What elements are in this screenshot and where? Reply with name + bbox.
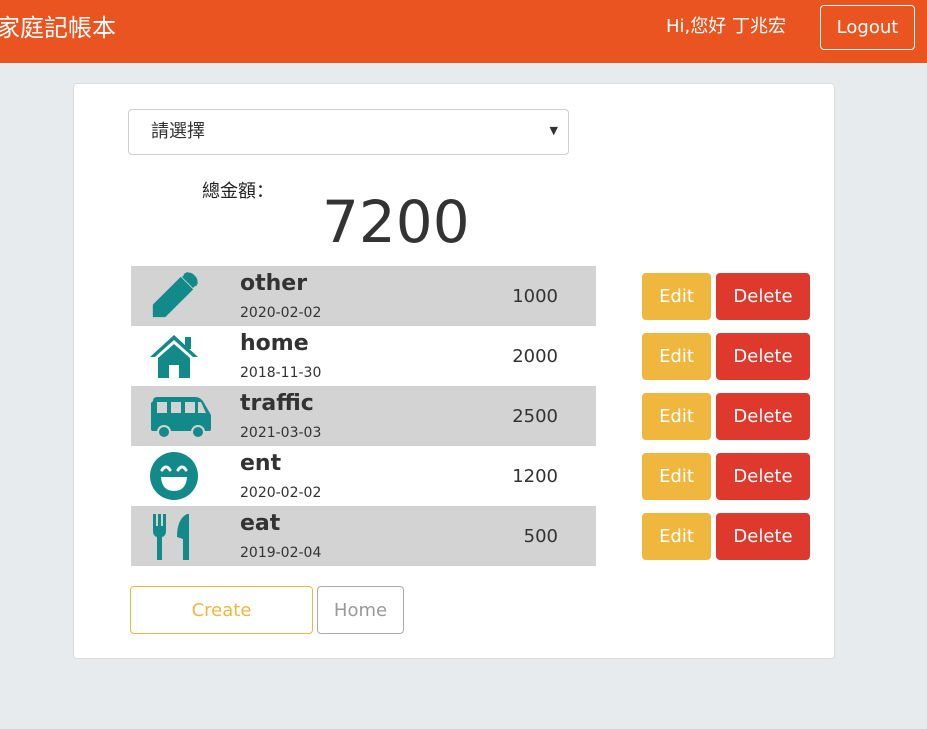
smile-icon <box>149 451 199 501</box>
category-select-value: 請選擇 <box>151 121 205 142</box>
record-row: other 2020-02-02 1000 <box>131 266 596 326</box>
record-date: 2020-02-02 <box>240 305 322 321</box>
delete-button[interactable]: Delete <box>716 393 810 440</box>
record-row: eat 2019-02-04 500 <box>131 506 596 566</box>
utensils-icon <box>149 511 199 561</box>
edit-button[interactable]: Edit <box>642 513 711 560</box>
record-date: 2020-02-02 <box>240 485 322 501</box>
navbar: 家庭記帳本 Hi,您好 丁兆宏 Logout <box>0 0 927 63</box>
logout-button[interactable]: Logout <box>820 5 915 50</box>
total-amount-value: 7200 <box>322 188 470 256</box>
record-amount: 1000 <box>512 286 558 307</box>
record-amount: 500 <box>523 526 558 547</box>
record-name: other <box>240 271 308 296</box>
edit-button[interactable]: Edit <box>642 393 711 440</box>
delete-button[interactable]: Delete <box>716 273 810 320</box>
record-amount: 1200 <box>512 466 558 487</box>
record-row: traffic 2021-03-03 2500 <box>131 386 596 446</box>
pencil-icon <box>149 271 199 321</box>
home-icon <box>149 331 199 381</box>
record-row: ent 2020-02-02 1200 <box>131 446 596 506</box>
caret-down-icon: ▼ <box>549 124 558 137</box>
record-row: home 2018-11-30 2000 <box>131 326 596 386</box>
record-name: home <box>240 331 309 356</box>
record-amount: 2000 <box>512 346 558 367</box>
record-date: 2018-11-30 <box>240 365 322 381</box>
total-amount-label: 總金額： <box>202 181 274 202</box>
edit-button[interactable]: Edit <box>642 453 711 500</box>
category-select[interactable]: 請選擇 ▼ <box>128 109 569 155</box>
app-title[interactable]: 家庭記帳本 <box>0 13 116 43</box>
user-greeting: Hi,您好 丁兆宏 <box>666 16 786 37</box>
home-button[interactable]: Home <box>317 586 404 634</box>
create-button[interactable]: Create <box>130 586 313 634</box>
delete-button[interactable]: Delete <box>716 333 810 380</box>
edit-button[interactable]: Edit <box>642 333 711 380</box>
delete-button[interactable]: Delete <box>716 453 810 500</box>
record-date: 2021-03-03 <box>240 425 322 441</box>
record-amount: 2500 <box>512 406 558 427</box>
edit-button[interactable]: Edit <box>642 273 711 320</box>
record-name: ent <box>240 451 282 476</box>
record-date: 2019-02-04 <box>240 545 322 561</box>
van-icon <box>149 391 211 441</box>
record-name: traffic <box>240 391 314 416</box>
delete-button[interactable]: Delete <box>716 513 810 560</box>
record-name: eat <box>240 511 281 536</box>
